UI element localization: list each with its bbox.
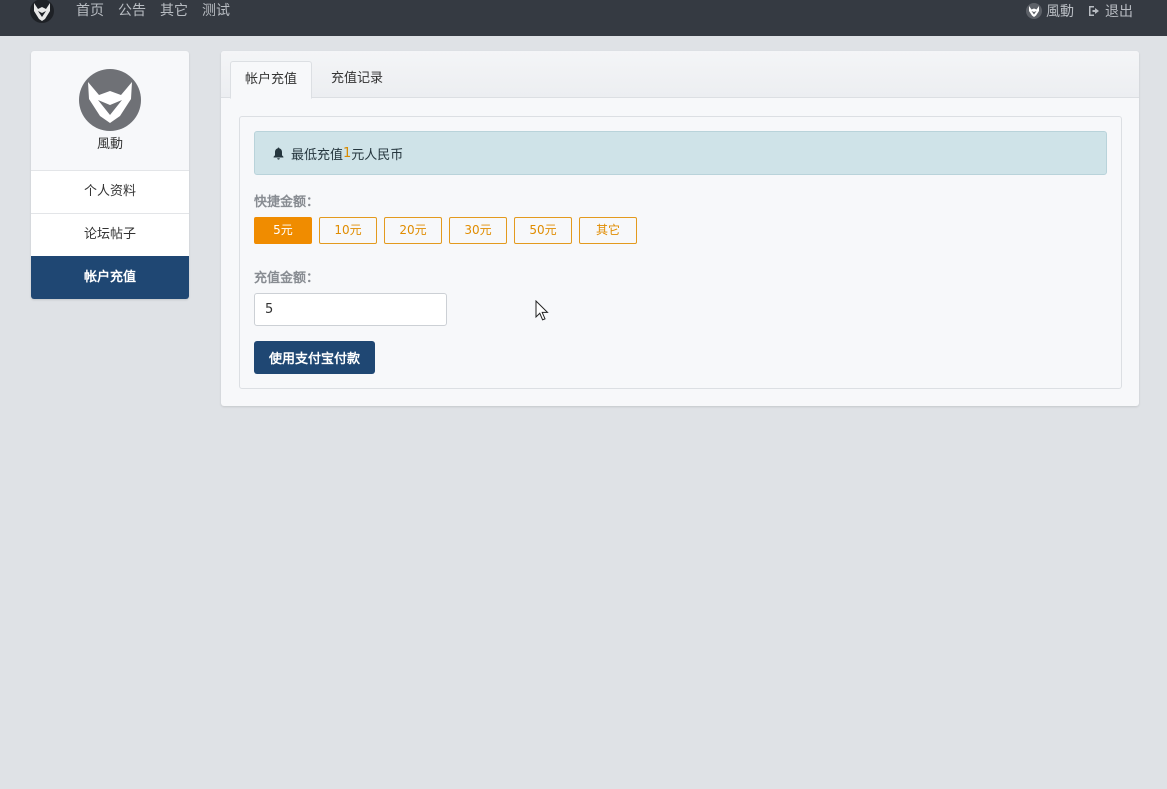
- quick-amount-50[interactable]: 50元: [514, 217, 572, 244]
- nav-link-announcements[interactable]: 公告: [118, 1, 146, 21]
- top-navbar: 首页 公告 其它 测试 風動 退出: [0, 0, 1167, 36]
- quick-amount-label: 快捷金额：: [254, 195, 320, 210]
- logout-icon: [1089, 6, 1099, 16]
- recharge-form: 最低充值 1 元人民币 快捷金额： 5元 10元 20元 30元 50元 其它 充值…: [239, 116, 1122, 389]
- tab-recharge-history[interactable]: 充值记录: [317, 61, 397, 98]
- min-recharge-alert: 最低充值 1 元人民币: [254, 131, 1107, 175]
- alert-suffix: 元人民币: [351, 147, 404, 163]
- quick-amount-30[interactable]: 30元: [449, 217, 507, 244]
- profile-name: 風動: [96, 137, 123, 152]
- alert-amount: 1: [343, 145, 352, 161]
- logout-link[interactable]: 退出: [1088, 1, 1133, 21]
- nav-link-test[interactable]: 测试: [202, 1, 230, 21]
- main-panel: 帐户充值 充值记录 最低充值 1 元人民币 快捷金额： 5元 10元 20元 30元…: [221, 51, 1139, 406]
- recharge-amount-input[interactable]: [254, 293, 447, 326]
- quick-amount-10[interactable]: 10元: [319, 217, 377, 244]
- sidebar-item-profile[interactable]: 个人资料: [31, 170, 189, 213]
- user-avatar-icon: [1026, 3, 1042, 19]
- nav-link-other[interactable]: 其它: [160, 1, 188, 21]
- nav-link-home[interactable]: 首页: [76, 1, 104, 21]
- avatar[interactable]: [79, 69, 141, 131]
- bell-icon: [273, 147, 284, 160]
- mouse-cursor-icon: [535, 300, 549, 321]
- sidebar-item-recharge[interactable]: 帐户充值: [31, 256, 189, 299]
- nav-links: 首页 公告 其它 测试: [76, 1, 244, 21]
- quick-amount-5[interactable]: 5元: [254, 217, 312, 244]
- tab-bar: 帐户充值 充值记录: [221, 51, 1139, 99]
- nav-right: 風動 退出: [1026, 1, 1133, 21]
- quick-amount-other[interactable]: 其它: [579, 217, 637, 244]
- nav-user-menu[interactable]: 風動: [1026, 1, 1074, 21]
- sidebar: 風動 个人资料 论坛帖子 帐户充值: [31, 51, 189, 299]
- logout-label: 退出: [1105, 4, 1133, 20]
- nav-user-name: 風動: [1046, 4, 1074, 20]
- sidebar-item-forum-posts[interactable]: 论坛帖子: [31, 213, 189, 256]
- quick-amount-20[interactable]: 20元: [384, 217, 442, 244]
- quick-amount-options: 5元 10元 20元 30元 50元 其它: [254, 217, 644, 244]
- profile-card: 風動: [31, 51, 189, 170]
- tab-account-recharge[interactable]: 帐户充值: [230, 61, 313, 99]
- alipay-pay-button[interactable]: 使用支付宝付款: [254, 341, 375, 374]
- alert-prefix: 最低充值: [291, 147, 344, 163]
- site-logo-icon[interactable]: [29, 0, 55, 24]
- recharge-amount-label: 充值金额：: [254, 271, 320, 286]
